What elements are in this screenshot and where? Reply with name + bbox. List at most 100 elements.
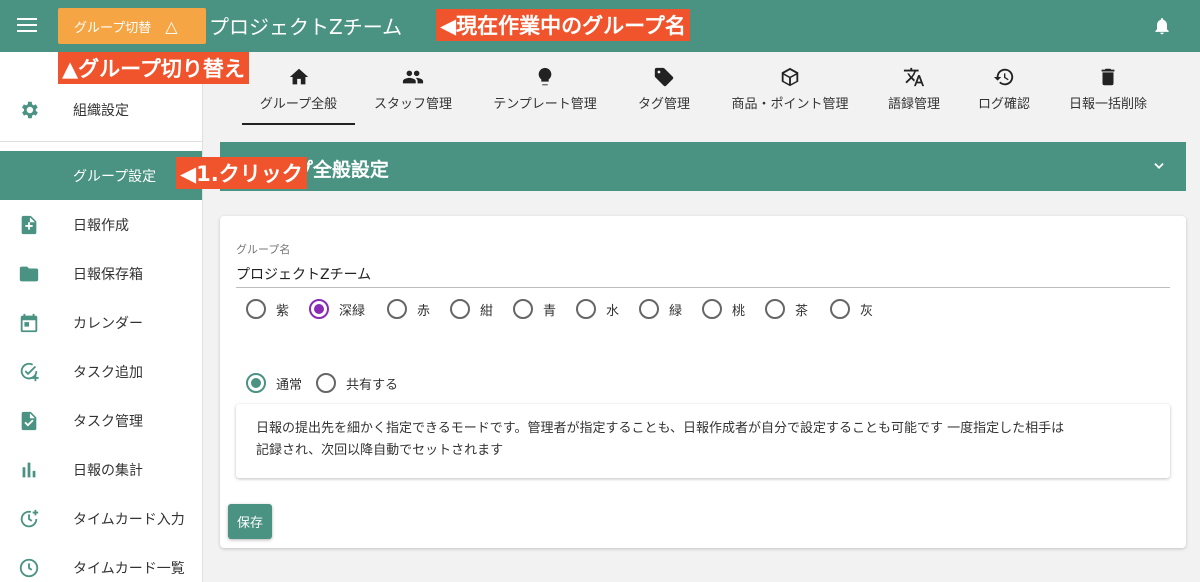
sidebar-item-report-summary[interactable]: 日報の集計 [0,445,202,494]
sidebar-item-task-management[interactable]: タスク管理 [0,396,202,445]
sidebar-item-label: タイムカード一覧 [73,560,185,577]
color-radio-red[interactable]: 赤 [387,299,430,319]
file-plus-icon [21,215,37,235]
check-plus-icon [20,362,39,382]
description-line: 記録され、次回以降自動でセットされます [256,443,504,458]
tag-icon [654,67,674,87]
home-icon [289,68,309,85]
group-name-input[interactable] [236,260,1170,288]
tab-bulk-delete-reports[interactable]: 日報一括削除 [1058,52,1158,128]
sidebar-item-group-settings[interactable]: グループ設定 [0,151,202,200]
group-name-label: グループ名 [236,243,291,256]
radio-circle [387,299,407,319]
color-radio-navy[interactable]: 紺 [450,299,493,319]
tab-label: ログ確認 [977,97,1030,112]
tab-staff-management[interactable]: スタッフ管理 [363,52,463,128]
sidebar-item-label: タイムカード入力 [73,511,185,528]
radio-label: 通常 [276,377,303,393]
sidebar-item-label: タスク追加 [73,364,143,381]
clock-plus-icon [20,509,39,528]
bar-chart-icon [22,462,36,478]
color-radio-blue[interactable]: 青 [513,299,556,319]
group-switch-label: グループ切替 [74,20,152,36]
box-icon [781,67,799,87]
lightbulb-icon [538,67,552,86]
sidebar-divider [0,141,202,142]
color-radio-gray[interactable]: 灰 [830,299,873,319]
sidebar-item-label: カレンダー [73,315,143,332]
color-radio-pink[interactable]: 桃 [702,299,745,319]
tab-label: スタッフ管理 [373,97,452,112]
radio-label: 赤 [417,303,431,319]
sidebar-item-add-task[interactable]: タスク追加 [0,347,202,396]
radio-circle [639,299,659,319]
tab-template-management[interactable]: テンプレート管理 [479,52,611,128]
mode-description: 日報の提出先を細かく指定できるモードです。管理者が指定することも、日報作成者が自… [236,404,1170,478]
radio-circle [830,299,850,319]
sidebar-item-create-report[interactable]: 日報作成 [0,200,202,249]
sidebar-item-timecard-list[interactable]: タイムカード一覧 [0,543,202,582]
tab-phrase-management[interactable]: 語録管理 [879,52,949,128]
tab-tag-management[interactable]: タグ管理 [628,52,700,128]
tab-label: グループ全般 [259,97,338,112]
sidebar-item-org-settings[interactable]: 組織設定 [0,85,202,134]
menu-icon[interactable] [17,16,39,34]
radio-circle [246,373,266,393]
trash-icon [1101,68,1115,86]
gear-icon [22,101,38,119]
sidebar-item-label: 日報の集計 [73,462,143,479]
radio-label: 青 [543,303,557,319]
bell-icon[interactable] [1152,15,1172,37]
sidebar-item-report-box[interactable]: 日報保存箱 [0,249,202,298]
radio-circle [702,299,722,319]
sidebar-item-label: 日報保存箱 [73,266,143,283]
radio-label: 茶 [795,303,809,319]
active-tab-indicator [242,123,355,125]
radio-circle [450,299,470,319]
color-radio-purple[interactable]: 紫 [246,299,289,319]
sidebar-item-label: タスク管理 [73,413,143,430]
chevron-down-icon [1154,163,1164,169]
people-icon [402,70,424,84]
mode-radio-shared[interactable]: 共有する [316,373,398,393]
group-switch-button[interactable]: グループ切替 △ [58,8,206,44]
tab-label: 日報一括削除 [1068,97,1147,112]
radio-label: 深緑 [339,303,366,319]
radio-label: 桃 [732,303,746,319]
color-radio-brown[interactable]: 茶 [765,299,808,319]
group-general-settings-header[interactable]: グループ全般設定 [220,142,1186,191]
tab-group-general[interactable]: グループ全般 [242,52,355,128]
sidebar-item-timecard-input[interactable]: タイムカード入力 [0,494,202,543]
radio-circle [513,299,533,319]
sidebar-item-label: 組織設定 [73,102,129,119]
tab-product-point-management[interactable]: 商品・ポイント管理 [717,52,863,128]
warning-triangle-icon: △ [165,16,178,36]
description-line: 日報の提出先を細かく指定できるモードです。管理者が指定することも、日報作成者が自… [256,421,1065,436]
tab-log-check[interactable]: ログ確認 [966,52,1042,128]
annotation-group-switch: ▲グループ切り替え [58,52,249,84]
calendar-icon [20,313,38,333]
color-radio-dark-green[interactable]: 深緑 [309,299,365,319]
settings-tabs: グループ全般 スタッフ管理 テンプレート管理 タグ管理 商品・ポイント管理 語録… [203,52,1200,128]
radio-label: 紺 [480,303,494,319]
group-settings-card: グループ名 紫 深緑 赤 紺 青 水 緑 桃 茶 灰 通常 共有する 日報の提出… [220,216,1186,548]
sidebar-item-calendar[interactable]: カレンダー [0,298,202,347]
radio-label: 緑 [669,303,683,319]
radio-label: 灰 [860,303,874,319]
mode-radio-normal[interactable]: 通常 [246,373,302,393]
tab-label: テンプレート管理 [493,97,597,112]
radio-label: 水 [606,303,620,319]
annotation-click: ◀1.クリック [176,157,307,189]
folder-icon [19,266,39,282]
save-button[interactable]: 保存 [228,504,272,539]
tab-label: 語録管理 [887,97,940,112]
color-radio-aqua[interactable]: 水 [576,299,619,319]
tab-label: 商品・ポイント管理 [731,97,849,112]
history-icon [993,68,1014,86]
radio-circle [316,373,336,393]
radio-circle [309,299,329,319]
file-check-icon [21,411,37,431]
translate-icon [903,67,925,87]
color-radio-green[interactable]: 緑 [639,299,682,319]
radio-circle [576,299,596,319]
